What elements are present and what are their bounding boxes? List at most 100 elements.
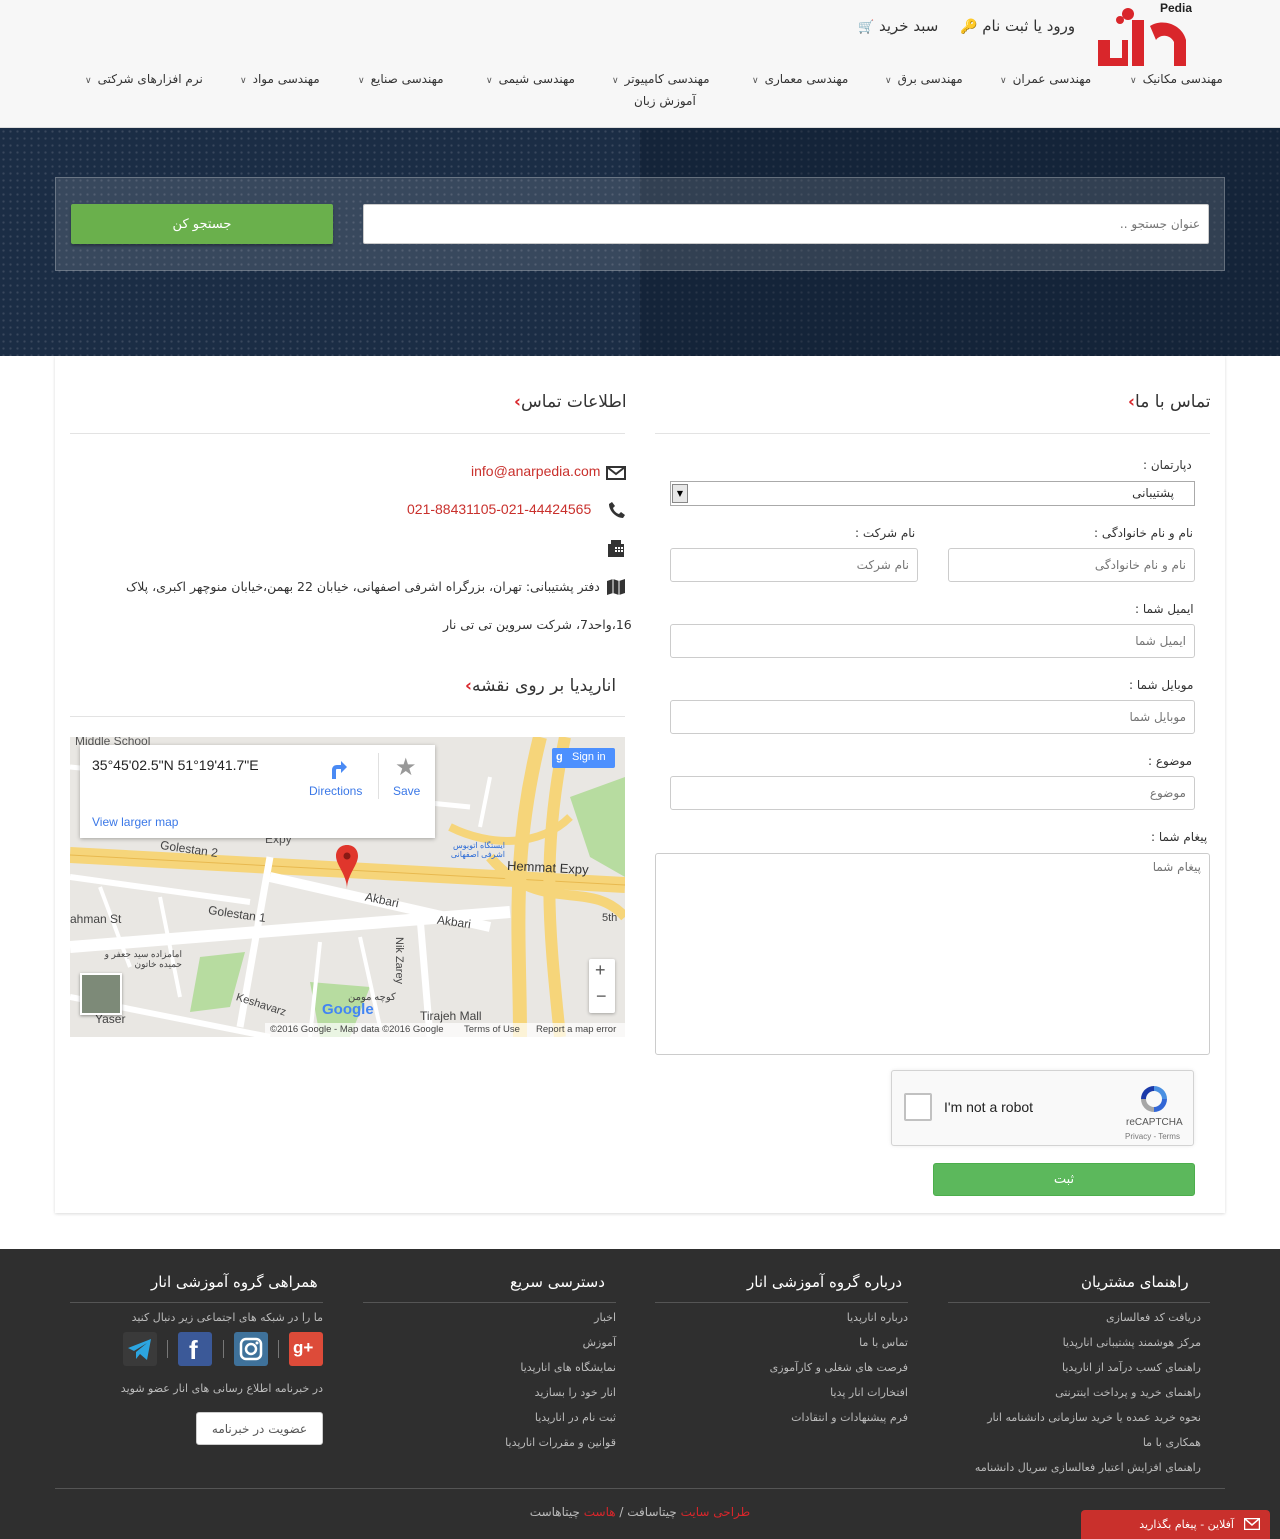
- directions-link[interactable]: Directions: [309, 784, 362, 798]
- submit-button[interactable]: ثبت: [933, 1163, 1195, 1196]
- map-sign-in-button[interactable]: g Sign in: [552, 748, 615, 768]
- zoom-out-icon[interactable]: −: [596, 986, 607, 1007]
- footer-link[interactable]: دریافت کد فعالسازی: [1106, 1311, 1201, 1324]
- select-arrow-icon[interactable]: ▼: [672, 484, 688, 503]
- divider: [948, 1302, 1210, 1303]
- view-larger-map-link[interactable]: View larger map: [92, 815, 178, 829]
- recaptcha-widget: I'm not a robot reCAPTCHA Privacy - Term…: [891, 1070, 1194, 1146]
- google-plus-icon: g: [556, 751, 563, 763]
- footer-link[interactable]: همکاری با ما: [1143, 1436, 1201, 1449]
- envelope-icon: [1244, 1518, 1260, 1530]
- contact-info-title: اطلاعات تماس›: [514, 392, 627, 412]
- contact-form-title: تماس با ما›: [1128, 392, 1211, 412]
- offline-chat-tab[interactable]: آفلاین - پیغام بگذارید: [1081, 1510, 1270, 1539]
- satellite-toggle[interactable]: [80, 973, 122, 1015]
- nav-chemical[interactable]: مهندسی شیمی∨: [486, 72, 575, 86]
- map-label: Tirajeh Mall: [420, 1009, 482, 1023]
- recaptcha-terms-link[interactable]: Privacy - Terms: [1125, 1132, 1180, 1141]
- map-section-title: انارپدیا بر روی نقشه›: [465, 676, 617, 696]
- chevron-down-icon: ∨: [612, 76, 619, 86]
- company-field[interactable]: [670, 548, 918, 582]
- contact-email[interactable]: info@anarpedia.com: [471, 463, 600, 480]
- message-field[interactable]: [655, 853, 1210, 1055]
- nav-language[interactable]: آموزش زبان: [634, 94, 696, 108]
- map-info-card: 35°45'02.5"N 51°19'41.7"E Directions ★ S…: [80, 745, 435, 838]
- anarpedia-logo[interactable]: Pedia: [1092, 0, 1192, 72]
- footer-link[interactable]: فرم پیشنهادات و انتقادات: [791, 1411, 908, 1424]
- footer-link[interactable]: ثبت نام در انارپدیا: [535, 1411, 616, 1424]
- svg-text:Pedia: Pedia: [1160, 1, 1192, 15]
- map-icon: [607, 579, 625, 595]
- divider: [278, 1340, 279, 1358]
- zoom-in-icon[interactable]: +: [595, 960, 606, 981]
- instagram-icon[interactable]: [234, 1332, 268, 1366]
- footer-link[interactable]: راهنمای افزایش اعتبار فعالسازی سریال دان…: [975, 1461, 1201, 1474]
- map-label: Nik Zarey: [393, 937, 405, 985]
- nav-mechanical[interactable]: مهندسی مکانیک∨: [1130, 72, 1223, 86]
- name-field[interactable]: [948, 548, 1195, 582]
- footer-link[interactable]: نحوه خرید عمده یا خرید سازمانی دانشنامه …: [987, 1411, 1201, 1424]
- recaptcha-checkbox[interactable]: [904, 1093, 932, 1121]
- google-plus-icon[interactable]: g+: [289, 1332, 323, 1366]
- map-report-link[interactable]: Report a map error: [536, 1024, 616, 1035]
- department-select[interactable]: پشتیبانی: [670, 481, 1195, 506]
- nav-architecture[interactable]: مهندسی معماری∨: [752, 72, 848, 86]
- footer-link[interactable]: اخبار: [594, 1311, 616, 1324]
- footer-link[interactable]: انار خود را بسازید: [535, 1386, 616, 1399]
- host-link[interactable]: هاست: [584, 1505, 616, 1519]
- footer-link[interactable]: قوانین و مقررات انارپدیا: [505, 1436, 616, 1449]
- footer-social-title: همراهی گروه آموزشی انار: [151, 1273, 318, 1291]
- google-logo: Google: [322, 1001, 374, 1018]
- phone-icon: [609, 502, 625, 518]
- footer-link[interactable]: درباره انارپدیا: [847, 1311, 908, 1324]
- cart-link[interactable]: سبد خرید 🛒: [858, 17, 938, 35]
- contact-phone[interactable]: 021-88431105-021-44424565: [407, 501, 591, 518]
- subject-field[interactable]: [670, 776, 1195, 810]
- footer-link[interactable]: نمایشگاه های انارپدیا: [520, 1361, 616, 1374]
- footer-link[interactable]: تماس با ما: [859, 1336, 908, 1349]
- chevron-down-icon: ∨: [1000, 76, 1007, 86]
- offline-chat-label: آفلاین - پیغام بگذارید: [1139, 1518, 1234, 1531]
- footer-link[interactable]: فرصت های شغلی و کارآموزی: [770, 1361, 908, 1374]
- nav-enterprise-software[interactable]: نرم افزارهای شرکتی∨: [85, 72, 203, 86]
- directions-icon: [332, 761, 347, 779]
- nav-industrial[interactable]: مهندسی صنایع∨: [358, 72, 444, 86]
- map-label: 5th: [602, 912, 618, 924]
- footer-link[interactable]: مرکز هوشمند پشتیبانی انارپدیا: [1063, 1336, 1201, 1349]
- map-terms-link[interactable]: Terms of Use: [464, 1024, 520, 1035]
- chevron-down-icon: ∨: [752, 76, 759, 86]
- telegram-icon[interactable]: [123, 1332, 157, 1366]
- divider: [70, 716, 625, 717]
- design-link[interactable]: طراحی سایت: [681, 1505, 751, 1519]
- nav-computer[interactable]: مهندسی کامپیوتر∨: [612, 72, 710, 86]
- department-label: دپارتمان :: [1143, 458, 1192, 472]
- divider: [70, 433, 625, 434]
- email-label: ایمیل شما :: [1135, 602, 1194, 616]
- nav-electrical[interactable]: مهندسی برق∨: [885, 72, 963, 86]
- map-label: ایستگاه اتوبوس اشرفی اصفهانی: [450, 841, 505, 859]
- nav-materials[interactable]: مهندسی مواد∨: [240, 72, 320, 86]
- footer-link[interactable]: راهنمای کسب درآمد از انارپدیا: [1062, 1361, 1201, 1374]
- map-label: امامزاده سید جعفر و حمیده خاتون: [104, 949, 182, 969]
- footer-link[interactable]: افتخارات انار پدیا: [830, 1386, 908, 1399]
- map-marker-icon[interactable]: [336, 845, 358, 889]
- newsletter-button[interactable]: عضویت در خبرنامه: [196, 1412, 323, 1445]
- divider: [70, 1302, 323, 1303]
- divider: [363, 1302, 616, 1303]
- search-input[interactable]: [363, 204, 1209, 244]
- cart-icon: 🛒: [858, 20, 875, 35]
- save-link[interactable]: Save: [393, 784, 420, 798]
- footer-about-title: درباره گروه آموزشی انار: [747, 1273, 903, 1291]
- search-button[interactable]: جستجو کن: [71, 204, 333, 244]
- divider: [655, 433, 1210, 434]
- footer-link[interactable]: آموزش: [583, 1336, 616, 1349]
- chevron-down-icon: ∨: [486, 76, 493, 86]
- nav-civil[interactable]: مهندسی عمران∨: [1000, 72, 1091, 86]
- chevron-down-icon: ∨: [85, 76, 92, 86]
- footer-link[interactable]: راهنمای خرید و پرداخت اینترنتی: [1055, 1386, 1201, 1399]
- envelope-icon: [606, 466, 626, 480]
- email-field[interactable]: [670, 624, 1195, 658]
- mobile-field[interactable]: [670, 700, 1195, 734]
- facebook-icon[interactable]: f: [178, 1332, 212, 1366]
- login-link[interactable]: ورود یا ثبت نام 🔑: [960, 17, 1075, 35]
